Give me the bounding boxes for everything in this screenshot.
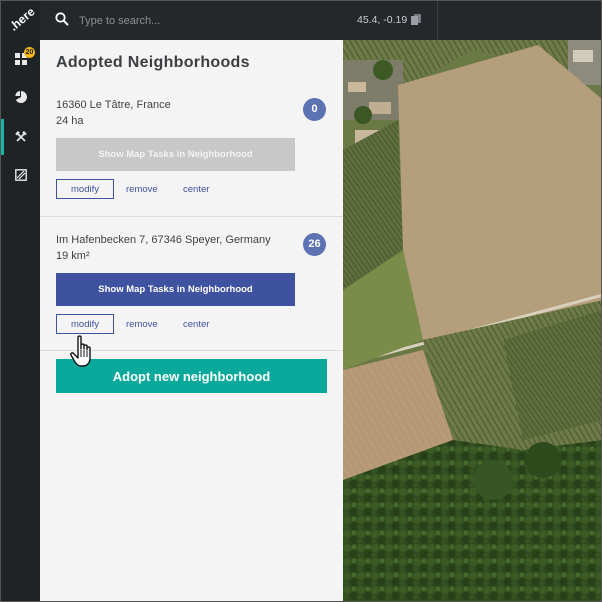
coordinates-readout: 45.4, -0.19	[357, 14, 408, 26]
svg-text:.here: .here	[7, 5, 35, 34]
remove-button[interactable]: remove	[126, 179, 158, 199]
copy-icon[interactable]	[411, 14, 421, 25]
hammer-wrench-icon	[14, 131, 27, 142]
notification-badge: 20	[24, 47, 35, 58]
neighborhood-address: Im Hafenbecken 7, 67346 Speyer, Germany	[56, 234, 271, 246]
divider	[40, 216, 343, 217]
hand-pointer-cursor-icon	[70, 335, 91, 367]
adopted-neighborhoods-panel: Adopted Neighborhoods 16360 Le Tâtre, Fr…	[40, 40, 343, 601]
rail-item-map-tasks[interactable]	[1, 157, 40, 193]
neighborhood-area: 19 km²	[56, 250, 90, 262]
neighborhood-area: 24 ha	[56, 115, 84, 127]
map-imagery	[343, 40, 601, 601]
show-map-tasks-button[interactable]: Show Map Tasks in Neighborhood	[56, 273, 295, 306]
map-square-icon	[14, 169, 27, 181]
remove-button[interactable]: remove	[126, 314, 158, 334]
pie-chart-icon	[14, 91, 27, 103]
top-bar: 45.4, -0.19	[40, 1, 601, 40]
modify-button[interactable]: modify	[56, 179, 114, 199]
topbar-divider	[437, 1, 438, 40]
rail-item-dashboard[interactable]: 20	[1, 41, 40, 77]
rail-item-statistics[interactable]	[1, 79, 40, 115]
task-count-badge: 0	[303, 98, 326, 121]
task-count-badge: 26	[303, 233, 326, 256]
satellite-map[interactable]	[343, 40, 601, 601]
search-icon[interactable]	[55, 12, 69, 26]
icon-rail: .here 20	[1, 1, 40, 601]
app-window: .here 20 Type to search... 45.4, -0.19 A…	[0, 0, 602, 602]
show-map-tasks-button[interactable]: Show Map Tasks in Neighborhood	[56, 138, 295, 171]
panel-title: Adopted Neighborhoods	[56, 54, 250, 71]
search-input[interactable]	[79, 12, 319, 29]
center-button[interactable]: center	[183, 314, 209, 334]
modify-button[interactable]: modify	[56, 314, 114, 334]
here-logo[interactable]: .here	[7, 4, 38, 35]
center-button[interactable]: center	[183, 179, 209, 199]
neighborhood-address: 16360 Le Tâtre, France	[56, 99, 171, 111]
rail-item-tools[interactable]	[1, 119, 40, 155]
